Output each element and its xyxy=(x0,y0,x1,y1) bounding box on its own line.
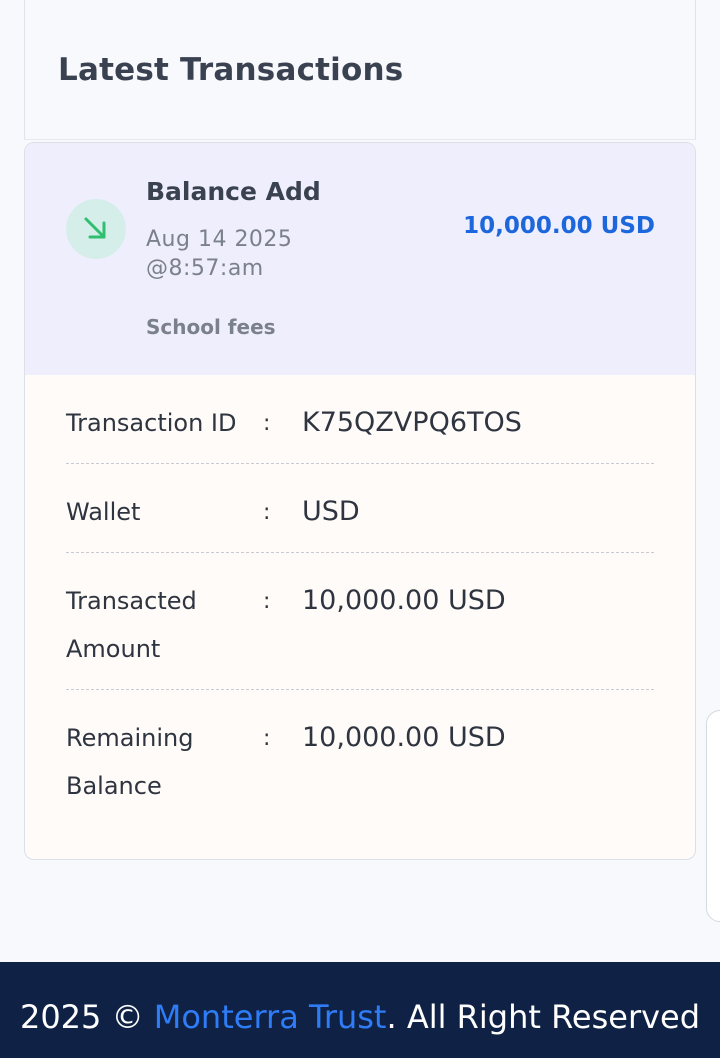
transaction-amount: 10,000.00 USD xyxy=(463,213,655,239)
transaction-details: Transaction ID : K75QZVPQ6TOS Wallet : U… xyxy=(66,375,654,800)
transaction-date: Aug 14 2025 xyxy=(146,227,293,252)
detail-value: 10,000.00 USD xyxy=(302,585,506,616)
transaction-note: School fees xyxy=(146,315,276,339)
detail-label: Remaining Balance xyxy=(66,724,194,800)
detail-value: USD xyxy=(302,496,360,527)
copyright-text: 2025 © Monterra Trust. All Right Reserve… xyxy=(0,998,720,1036)
transaction-datetime: Aug 14 2025 @8:57:am xyxy=(146,225,346,283)
detail-value: 10,000.00 USD xyxy=(302,722,506,753)
footer: 2025 © Monterra Trust. All Right Reserve… xyxy=(0,962,720,1058)
detail-label: Transacted Amount xyxy=(66,587,197,663)
detail-separator: : xyxy=(263,726,271,751)
arrow-down-right-icon xyxy=(66,199,126,259)
section-title: Latest Transactions xyxy=(58,52,404,88)
detail-separator: : xyxy=(263,500,271,525)
transaction-summary[interactable]: Balance Add Aug 14 2025 @8:57:am 10,000.… xyxy=(25,143,695,375)
transaction-card[interactable]: Balance Add Aug 14 2025 @8:57:am 10,000.… xyxy=(24,142,696,860)
copyright-prefix: 2025 © xyxy=(19,998,154,1036)
detail-separator: : xyxy=(263,589,271,614)
detail-row-wallet: Wallet : USD xyxy=(66,464,654,553)
detail-label: Transaction ID xyxy=(66,409,237,437)
detail-value: K75QZVPQ6TOS xyxy=(302,407,522,438)
detail-label: Wallet xyxy=(66,498,141,526)
copyright-suffix: . All Right Reserved xyxy=(386,998,701,1036)
brand-link[interactable]: Monterra Trust xyxy=(154,998,387,1036)
detail-separator: : xyxy=(263,411,271,436)
detail-row-transacted-amount: Transacted Amount : 10,000.00 USD xyxy=(66,553,654,690)
detail-row-transaction-id: Transaction ID : K75QZVPQ6TOS xyxy=(66,375,654,464)
transaction-type: Balance Add xyxy=(146,177,321,206)
transaction-time: @8:57:am xyxy=(146,256,264,281)
side-drawer-tab[interactable] xyxy=(706,710,720,922)
detail-row-remaining-balance: Remaining Balance : 10,000.00 USD xyxy=(66,690,654,800)
